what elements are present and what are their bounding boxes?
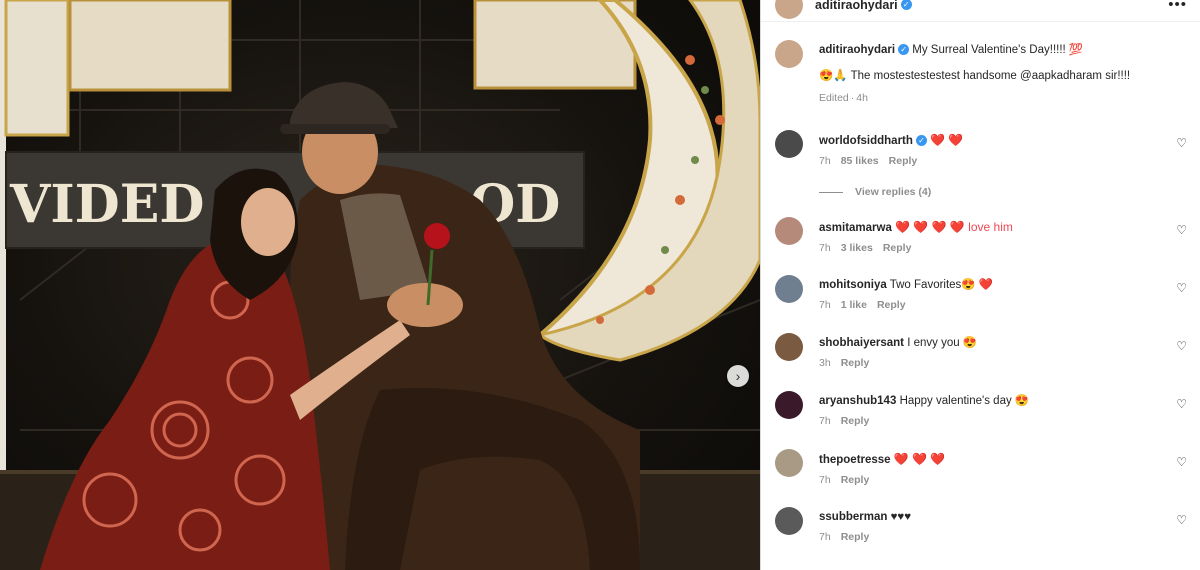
commenter-avatar[interactable] <box>775 130 803 158</box>
comment-text: ♥♥♥ <box>890 511 912 523</box>
comment-time[interactable]: 7h <box>819 299 831 311</box>
comment: worldofsiddharth ✓ ❤️ ❤️ 7h 85 likes Reply … <box>775 130 1187 167</box>
reply-button[interactable]: Reply <box>883 242 912 254</box>
comment-username[interactable]: shobhaiyersant <box>819 337 904 349</box>
comment-username[interactable]: thepoetresse <box>819 454 891 466</box>
verified-badge-icon: ✓ <box>900 0 912 10</box>
comment-likes[interactable]: 85 likes <box>841 155 879 167</box>
view-replies-label: View replies (4) <box>855 186 932 198</box>
reply-button[interactable]: Reply <box>841 531 870 543</box>
svg-text:VIDED: VIDED <box>9 174 205 235</box>
comment: mohitsoniya Two Favorites😍 ❤️ 7h 1 like Re… <box>775 275 1187 311</box>
heart-outline-icon[interactable]: ♡ <box>1176 281 1187 295</box>
commenter-avatar[interactable] <box>775 275 803 303</box>
reply-button[interactable]: Reply <box>889 155 918 167</box>
caption-text: My Surreal Valentine's Day!!!!! 💯 <box>912 44 1084 56</box>
caption-username[interactable]: aditiraohydari <box>819 44 895 56</box>
commenter-avatar[interactable] <box>775 333 803 361</box>
post-sidebar: aditiraohydari ✓ ••• aditiraohydari ✓ My … <box>760 0 1200 570</box>
comment-text: I envy you 😍 <box>907 337 978 349</box>
author-username[interactable]: aditiraohydari <box>815 0 898 12</box>
comment-username[interactable]: worldofsiddharth <box>819 135 913 147</box>
comment-username[interactable]: asmitamarwa <box>819 222 892 234</box>
verified-badge-icon: ✓ <box>915 135 927 146</box>
commenter-avatar[interactable] <box>775 217 803 245</box>
heart-outline-icon[interactable]: ♡ <box>1176 223 1187 237</box>
meta-dot: · <box>850 92 855 104</box>
comment-likes[interactable]: 1 like <box>841 299 867 311</box>
comment: shobhaiyersant I envy you 😍 3h Reply ♡ <box>775 333 1187 369</box>
commenter-avatar[interactable] <box>775 449 803 477</box>
caption-time[interactable]: 4h <box>856 92 868 104</box>
heart-outline-icon[interactable]: ♡ <box>1176 136 1187 150</box>
comment-text: Two Favorites😍 ❤️ <box>889 279 994 291</box>
caption: aditiraohydari ✓ My Surreal Valentine's D… <box>775 40 1185 104</box>
caption-text-line2: 😍🙏 The mostestestestest handsome @aapkad… <box>819 70 1131 82</box>
edited-label: Edited <box>819 92 849 104</box>
heart-outline-icon[interactable]: ♡ <box>1176 455 1187 469</box>
author-avatar[interactable] <box>775 0 803 19</box>
comment-time[interactable]: 7h <box>819 242 831 254</box>
reply-button[interactable]: Reply <box>877 299 906 311</box>
comment: aryanshub143 Happy valentine's day 😍 7h R… <box>775 391 1187 427</box>
comment-text: ❤️ ❤️ ❤️ ❤️ love him <box>895 220 1013 234</box>
caption-avatar[interactable] <box>775 40 803 68</box>
heart-outline-icon[interactable]: ♡ <box>1176 397 1187 411</box>
view-replies-button[interactable]: View replies (4) <box>819 186 931 198</box>
reply-button[interactable]: Reply <box>841 415 870 427</box>
comment-time[interactable]: 3h <box>819 357 831 369</box>
comment-time[interactable]: 7h <box>819 415 831 427</box>
commenter-avatar[interactable] <box>775 507 803 535</box>
comment: asmitamarwa ❤️ ❤️ ❤️ ❤️ love him 7h 3 lik… <box>775 217 1187 254</box>
chevron-right-icon: › <box>735 368 741 384</box>
next-photo-button[interactable]: › <box>727 365 749 387</box>
heart-outline-icon[interactable]: ♡ <box>1176 339 1187 353</box>
comment: ssubberman ♥♥♥ 7h Reply ♡ <box>775 507 1187 543</box>
comment-text: ❤️ ❤️ ❤️ <box>893 452 946 466</box>
reply-button[interactable]: Reply <box>841 357 870 369</box>
verified-badge-icon: ✓ <box>898 44 910 55</box>
post-header: aditiraohydari ✓ ••• <box>761 0 1200 22</box>
comment-username[interactable]: mohitsoniya <box>819 279 887 291</box>
comment-text: Happy valentine's day 😍 <box>899 395 1030 407</box>
more-options-icon[interactable]: ••• <box>1168 0 1187 13</box>
heart-outline-icon[interactable]: ♡ <box>1176 513 1187 527</box>
photo-scene: VIDED OD <box>0 0 760 570</box>
comment-text: ❤️ ❤️ <box>930 133 964 147</box>
comment-time[interactable]: 7h <box>819 531 831 543</box>
comment-likes[interactable]: 3 likes <box>841 242 873 254</box>
commenter-avatar[interactable] <box>775 391 803 419</box>
comment-time[interactable]: 7h <box>819 155 831 167</box>
comment-time[interactable]: 7h <box>819 474 831 486</box>
comment-username[interactable]: ssubberman <box>819 511 887 523</box>
comment-username[interactable]: aryanshub143 <box>819 395 896 407</box>
post-photo[interactable]: VIDED OD › <box>0 0 760 570</box>
comment: thepoetresse ❤️ ❤️ ❤️ 7h Reply ♡ <box>775 449 1187 486</box>
replies-divider <box>819 191 843 193</box>
reply-button[interactable]: Reply <box>841 474 870 486</box>
